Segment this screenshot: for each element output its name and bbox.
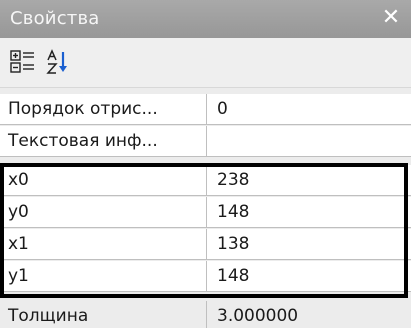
property-row[interactable]: y1 148 bbox=[0, 261, 411, 293]
property-value[interactable]: 148 bbox=[207, 197, 411, 228]
property-value[interactable] bbox=[207, 126, 411, 157]
property-value[interactable]: 0 bbox=[207, 94, 411, 125]
close-button[interactable]: ✕ bbox=[377, 4, 405, 32]
property-name: x0 bbox=[0, 165, 207, 196]
property-value[interactable]: 148 bbox=[207, 261, 411, 292]
categorized-icon bbox=[10, 50, 34, 73]
property-value[interactable]: 138 bbox=[207, 229, 411, 260]
property-name: Порядок отрис... bbox=[0, 94, 207, 125]
property-value[interactable]: 3.000000 bbox=[207, 301, 411, 328]
property-row[interactable]: x0 238 bbox=[0, 165, 411, 197]
property-row[interactable]: Текстовая инф... bbox=[0, 126, 411, 158]
categorized-view-button[interactable] bbox=[10, 49, 38, 75]
sort-az-icon bbox=[46, 49, 67, 74]
close-icon: ✕ bbox=[381, 5, 401, 30]
property-row[interactable]: Порядок отрис... 0 bbox=[0, 94, 411, 126]
property-name: y0 bbox=[0, 197, 207, 228]
property-row[interactable]: y0 148 bbox=[0, 197, 411, 229]
toolbar bbox=[0, 38, 411, 88]
alphabetical-sort-button[interactable] bbox=[46, 49, 74, 75]
property-name: x1 bbox=[0, 229, 207, 260]
panel-title: Свойства bbox=[10, 8, 100, 29]
title-bar: Свойства ✕ bbox=[0, 0, 411, 38]
property-row[interactable]: x1 138 bbox=[0, 229, 411, 261]
property-name: Толщина bbox=[0, 301, 207, 328]
property-name: y1 bbox=[0, 261, 207, 292]
property-value[interactable]: 238 bbox=[207, 165, 411, 196]
property-row[interactable]: Толщина 3.000000 bbox=[0, 301, 411, 328]
property-name: Текстовая инф... bbox=[0, 126, 207, 157]
properties-panel: Свойства ✕ Порядок отрис... 0 Текстовая … bbox=[0, 0, 411, 328]
